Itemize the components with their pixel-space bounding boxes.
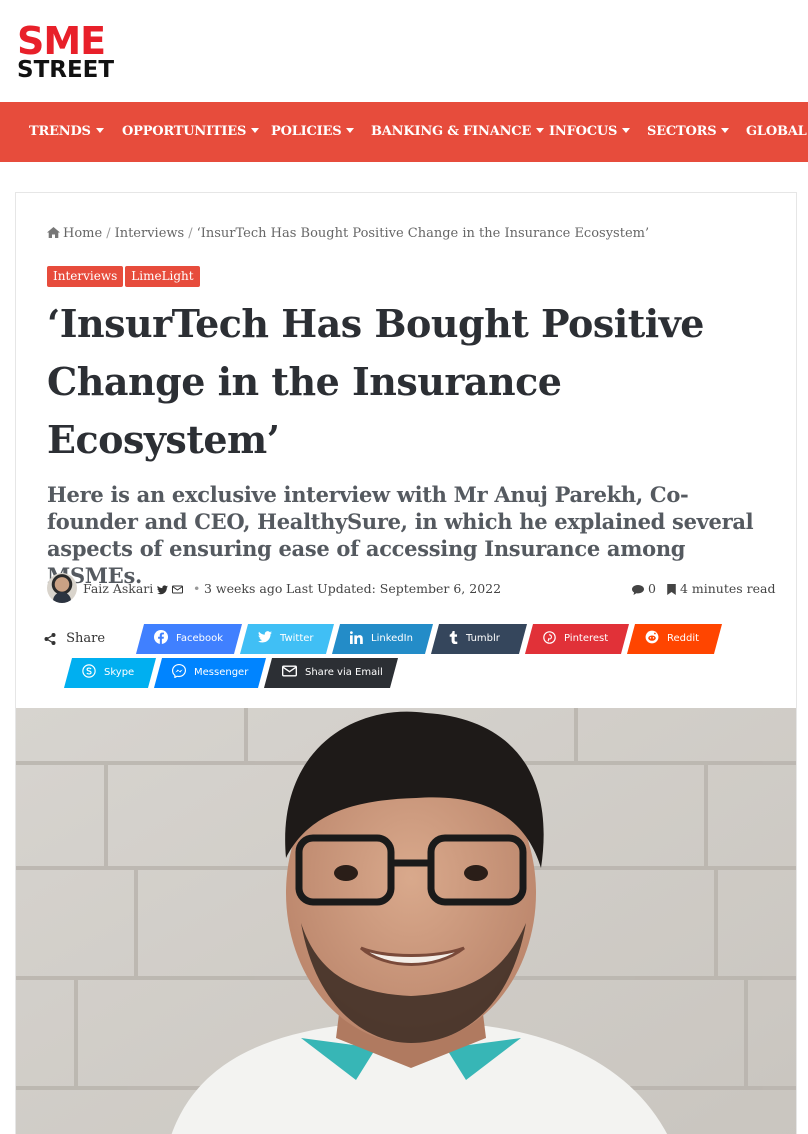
article-title: ‘InsurTech Has Bought Positive Change in… [47, 301, 704, 462]
nav-item-label: TRENDS [29, 124, 91, 139]
nav-item-label: BANKING & FINANCE [371, 124, 532, 139]
breadcrumb-home-link[interactable]: Home [63, 226, 102, 241]
share-button-label: Reddit [667, 633, 700, 644]
read-time: 4 minutes read [667, 581, 776, 596]
email-icon [282, 665, 297, 677]
share-button-label: Tumblr [466, 633, 500, 644]
comments-count-link[interactable]: 0 [632, 581, 656, 596]
featured-image-portrait [16, 708, 796, 1134]
nav-item-label: POLICIES [271, 124, 342, 139]
twitter-icon[interactable] [157, 584, 169, 595]
bookmark-icon [667, 584, 676, 595]
caret-down-icon [622, 128, 631, 133]
comments-icon [632, 584, 644, 595]
last-updated-date: Last Updated: September 6, 2022 [286, 581, 502, 596]
share-email-button[interactable]: Share via Email [263, 658, 399, 688]
caret-down-icon [95, 128, 104, 133]
share-button-label: Share via Email [305, 667, 383, 678]
twitter-icon [258, 631, 272, 643]
linkedin-icon [349, 630, 363, 644]
category-tags: Interviews LimeLight [47, 265, 202, 287]
author-name-link[interactable]: Faiz Askari [83, 581, 153, 596]
site-logo[interactable]: SME STREET [17, 22, 139, 86]
share-label: Share [44, 623, 105, 655]
share-button-label: Pinterest [564, 633, 609, 644]
breadcrumb: Home / Interviews / ‘InsurTech Has Bought Po… [47, 226, 649, 241]
meta-separator-dot: • [193, 581, 201, 596]
nav-item-label: OPPORTUNITIES [122, 124, 247, 139]
nav-item-policies[interactable]: POLICIES [271, 102, 355, 162]
category-tag-limelight[interactable]: LimeLight [125, 266, 200, 287]
breadcrumb-separator: / [188, 226, 193, 241]
nav-item-sectors[interactable]: SECTORS [647, 102, 730, 162]
logo-text-sme: SME [17, 19, 106, 63]
breadcrumb-section-link[interactable]: Interviews [115, 226, 185, 241]
share-icon [44, 632, 56, 645]
home-icon [47, 227, 60, 238]
breadcrumb-separator: / [106, 226, 111, 241]
email-icon[interactable] [172, 585, 184, 594]
nav-item-label: GLOBAL [746, 124, 807, 139]
nav-item-label: SECTORS [647, 124, 717, 139]
caret-down-icon [721, 128, 730, 133]
author-avatar[interactable] [47, 573, 77, 603]
category-tag-interviews[interactable]: Interviews [47, 266, 124, 287]
nav-item-opportunities[interactable]: OPPORTUNITIES [122, 102, 260, 162]
share-button-label: Messenger [194, 667, 249, 678]
nav-item-infocus[interactable]: INFOCUS [549, 102, 631, 162]
featured-image [16, 708, 796, 1134]
share-pinterest-button[interactable]: Pinterest [524, 624, 630, 654]
caret-down-icon [536, 128, 545, 133]
share-twitter-button[interactable]: Twitter [239, 624, 335, 654]
nav-item-banking-finance[interactable]: BANKING & FINANCE [371, 102, 545, 162]
nav-item-trends[interactable]: TRENDS [29, 102, 104, 162]
share-label-text: Share [66, 631, 106, 646]
share-facebook-button[interactable]: Facebook [135, 624, 243, 654]
facebook-icon [154, 630, 168, 644]
main-navigation: TRENDS OPPORTUNITIES POLICIES BANKING & … [0, 102, 808, 162]
post-meta: Faiz Askari • 3 weeks ago Last Updated: … [47, 573, 776, 603]
author-info: Faiz Askari [83, 581, 184, 596]
logo-text-street: STREET [17, 57, 115, 83]
post-date: 3 weeks ago [204, 581, 283, 596]
share-skype-button[interactable]: Skype [63, 658, 157, 688]
comments-count: 0 [647, 581, 656, 596]
share-button-label: Skype [104, 667, 135, 678]
skype-icon [82, 664, 96, 678]
nav-item-label: INFOCUS [549, 124, 618, 139]
share-tumblr-button[interactable]: Tumblr [430, 624, 528, 654]
share-linkedin-button[interactable]: LinkedIn [331, 624, 434, 654]
site-header: SME STREET [0, 0, 808, 102]
article-container: Home / Interviews / ‘InsurTech Has Bought Po… [15, 192, 797, 1134]
tumblr-icon [449, 630, 458, 644]
read-time-label: 4 minutes read [679, 581, 776, 596]
share-button-label: Facebook [176, 633, 223, 644]
nav-item-global[interactable]: GLOBAL [746, 102, 808, 162]
share-button-label: LinkedIn [371, 633, 413, 644]
share-messenger-button[interactable]: Messenger [153, 658, 267, 688]
share-reddit-button[interactable]: Reddit [626, 624, 723, 654]
reddit-icon [645, 630, 659, 644]
share-button-label: Twitter [280, 633, 314, 644]
caret-down-icon [346, 128, 355, 133]
breadcrumb-current: ‘InsurTech Has Bought Positive Change in… [196, 226, 650, 241]
messenger-icon [171, 663, 187, 679]
caret-down-icon [251, 128, 260, 133]
pinterest-icon [543, 630, 556, 644]
